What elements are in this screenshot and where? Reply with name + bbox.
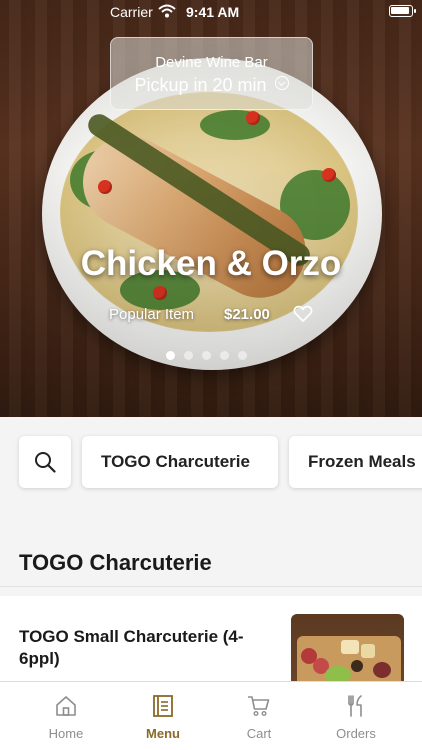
search-icon — [35, 452, 56, 473]
category-chip[interactable]: TOGO Charcuterie — [82, 436, 278, 488]
clock: 9:41 AM — [186, 4, 240, 20]
cheese-image — [341, 640, 359, 654]
carousel-dot[interactable] — [166, 351, 175, 360]
tab-orders[interactable]: Orders — [306, 682, 406, 750]
location-selector[interactable]: Devine Wine Bar Pickup in 20 min — [110, 37, 313, 110]
home-icon — [56, 696, 76, 716]
salami-image — [373, 662, 391, 678]
tab-label: Home — [48, 726, 84, 741]
tab-menu[interactable]: Menu — [113, 682, 213, 750]
tab-bar: Home Menu Cart Orders — [0, 681, 422, 750]
carousel-dot[interactable] — [184, 351, 193, 360]
carrier-label: Carrier — [110, 4, 153, 20]
divider — [0, 586, 422, 587]
hero-banner[interactable]: Carrier 9:41 AM Devine Wine Bar Pickup i… — [0, 0, 422, 417]
status-bar: Carrier 9:41 AM — [0, 0, 422, 24]
battery-icon — [389, 5, 416, 17]
wifi-icon — [158, 4, 176, 18]
carousel-dot[interactable] — [202, 351, 211, 360]
pickup-time: Pickup in 20 min — [111, 75, 312, 96]
pickup-label: Pickup in 20 min — [134, 75, 267, 95]
tab-label: Menu — [146, 726, 180, 741]
orders-icon — [348, 695, 362, 717]
carousel-dots[interactable] — [166, 351, 247, 361]
chevron-down-icon — [274, 76, 289, 90]
tab-label: Cart — [246, 726, 272, 741]
category-chip[interactable]: Frozen Meals — [289, 436, 422, 488]
olive-image — [351, 660, 363, 672]
hero-item-title: Chicken & Orzo — [80, 244, 342, 283]
cart-icon — [248, 696, 270, 717]
location-name: Devine Wine Bar — [155, 54, 268, 71]
carousel-dot[interactable] — [220, 351, 229, 360]
hero-item-price: $21.00 — [224, 306, 270, 323]
carousel-dot[interactable] — [238, 351, 247, 360]
heart-icon[interactable] — [293, 305, 313, 323]
hero-item-tag: Popular Item — [109, 306, 195, 323]
tab-cart[interactable]: Cart — [209, 682, 309, 750]
section-title: TOGO Charcuterie — [19, 550, 212, 575]
search-button[interactable] — [19, 436, 71, 488]
tab-home[interactable]: Home — [16, 682, 116, 750]
menu-icon — [153, 695, 173, 717]
category-strip: TOGO Charcuterie Frozen Meals — [0, 417, 422, 505]
tab-label: Orders — [336, 726, 376, 741]
cheese-image — [361, 644, 375, 658]
menu-item-name: TOGO Small Charcuterie (4-6ppl) — [19, 627, 244, 668]
